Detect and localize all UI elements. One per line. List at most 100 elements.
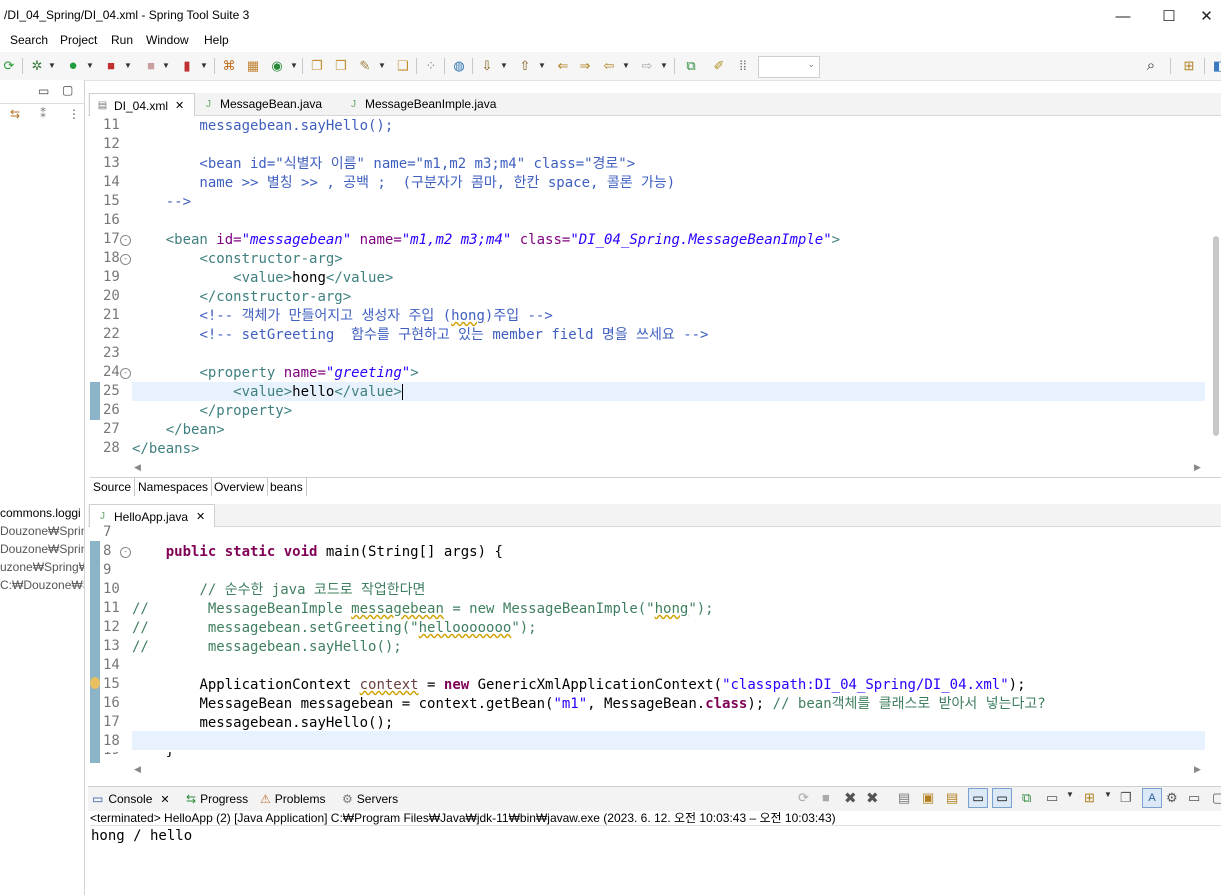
fold-icon[interactable]: - [120,368,131,379]
remove-all-icon[interactable]: ✖ [866,789,879,807]
forward-icon[interactable]: ⇨ [638,57,656,75]
search-dropdown-icon[interactable]: ▼ [378,57,386,75]
toggle-mark-icon[interactable]: ⁘ [422,57,440,75]
close-icon[interactable]: ✕ [175,99,184,112]
server-dropdown-icon[interactable]: ▼ [200,57,208,75]
menu-project[interactable]: Project [60,33,97,47]
globe-icon[interactable]: ◍ [450,57,468,75]
console-output-area[interactable]: hong / hello [88,826,1221,895]
new-class-icon[interactable]: ◉ [268,57,286,75]
next-annotation-icon[interactable]: ⇩ [478,57,496,75]
open-perspective-icon[interactable]: ⊞ [1180,57,1198,75]
new-java-project-icon[interactable]: ⌘ [220,57,238,75]
minimize-view-icon[interactable]: ▭ [38,84,49,98]
fold-icon[interactable]: - [120,235,131,246]
tab-beans[interactable]: beans [267,478,307,496]
back-dropdown-icon[interactable]: ▼ [622,57,630,75]
view-menu-icon[interactable]: ⋮ [68,107,80,121]
tab-progress[interactable]: ⇆ Progress [186,790,248,808]
tab-console[interactable]: ▭ Console ✕ [92,790,170,808]
maximize-button[interactable]: ☐ [1146,0,1192,32]
word-wrap-icon[interactable]: ▤ [946,790,958,806]
debug-icon[interactable]: ✲ [28,57,46,75]
scroll-right-icon[interactable]: ▶ [1194,764,1201,775]
open-console-dropdown-icon[interactable]: ▼ [1104,790,1112,799]
pin-editor-icon[interactable]: ⧉ [682,57,700,75]
prev-annotation-icon[interactable]: ⇧ [516,57,534,75]
tab-source[interactable]: Source [90,478,136,496]
menu-search[interactable]: Search [10,33,48,47]
server-icon[interactable]: ▮ [178,57,196,75]
link-editor-icon[interactable]: ⇆ [10,107,20,121]
java-ee-perspective-icon[interactable]: ◧ [1210,57,1221,75]
menu-window[interactable]: Window [146,33,189,47]
last-edit-icon[interactable]: ⇐ [554,57,572,75]
fold-icon[interactable]: - [120,547,131,558]
vertical-scrollbar[interactable] [1213,236,1219,436]
collapse-icon[interactable]: ⁑ [40,107,46,121]
open-console-icon[interactable]: ⊞ [1084,790,1095,806]
display-dropdown-icon[interactable]: ▼ [1066,790,1074,799]
fold-icon[interactable]: - [120,254,131,265]
prev-annotation-dropdown-icon[interactable]: ▼ [538,57,546,75]
forward-edit-icon[interactable]: ⇒ [576,57,594,75]
tab-servers[interactable]: ⚙ Servers [342,790,398,808]
search-icon[interactable]: ⌕ [1142,57,1160,75]
tab-namespaces[interactable]: Namespaces [135,478,213,496]
zoom-combo[interactable]: ⌄ [758,56,820,78]
text-icon[interactable]: A [1142,788,1162,808]
maximize-view-icon[interactable]: ▢ [1212,790,1221,806]
show-console-stderr-icon[interactable]: ▭ [992,788,1012,808]
refresh-icon[interactable]: ⟳ [0,57,18,75]
warning-icon[interactable] [90,677,100,689]
copy-icon[interactable]: ❐ [1120,790,1132,806]
search-tool-icon[interactable]: ✎ [356,57,374,75]
horizontal-scrollbar[interactable]: ◀ ▶ [132,763,1207,777]
close-icon[interactable]: ✕ [160,793,169,806]
debug-dropdown-icon[interactable]: ▼ [48,57,56,75]
menu-help[interactable]: Help [204,33,229,47]
run-dropdown-icon[interactable]: ▼ [86,57,94,75]
pin-console-icon[interactable]: ⧉ [1022,790,1031,806]
tab-overview[interactable]: Overview [211,478,269,496]
remove-icon[interactable]: ✖ [844,789,857,807]
tree-item[interactable]: uzone₩Spring₩ [0,560,84,574]
stop-dropdown-icon[interactable]: ▼ [162,57,170,75]
gear-icon[interactable]: ⚙ [1166,790,1178,806]
tab-di04-xml[interactable]: ▤ DI_04.xml ✕ [89,93,195,117]
next-annotation-dropdown-icon[interactable]: ▼ [500,57,508,75]
highlight-icon[interactable]: ✐ [710,57,728,75]
tab-messagebean-java[interactable]: J MessageBean.java [196,93,322,115]
run-icon[interactable]: ● [64,57,82,75]
tree-item[interactable]: Douzone₩Spring [0,524,84,538]
scroll-lock-icon[interactable]: ▣ [922,790,934,806]
run-external-icon[interactable]: ■ [102,57,120,75]
show-console-stdout-icon[interactable]: ▭ [968,788,988,808]
scroll-left-icon[interactable]: ◀ [134,462,141,473]
new-package-icon[interactable]: ▦ [244,57,262,75]
new-class-dropdown-icon[interactable]: ▼ [290,57,298,75]
display-console-icon[interactable]: ▭ [1046,790,1058,806]
tab-problems[interactable]: ⚠ Problems [260,790,325,808]
scroll-right-icon[interactable]: ▶ [1194,462,1201,473]
close-icon[interactable]: ✕ [196,510,205,523]
task-icon[interactable]: ❑ [394,57,412,75]
tree-item[interactable]: C:₩Douzone₩Sp [0,578,84,592]
close-button[interactable]: ✕ [1192,0,1221,32]
open-folder-icon[interactable]: ❒ [332,57,350,75]
open-type-icon[interactable]: ❐ [308,57,326,75]
remove-launch-icon[interactable]: ⟳ [798,790,809,806]
stop-icon[interactable]: ■ [142,57,160,75]
forward-dropdown-icon[interactable]: ▼ [660,57,668,75]
back-icon[interactable]: ⇦ [600,57,618,75]
tree-item[interactable]: Douzone₩Sprin [0,542,84,556]
tree-item[interactable]: commons.loggi [0,506,81,520]
minimize-view-icon[interactable]: ▭ [1188,790,1200,806]
minimize-button[interactable]: — [1100,0,1146,32]
terminate-icon[interactable]: ■ [822,790,830,805]
horizontal-scrollbar[interactable]: ◀ ▶ [132,461,1207,475]
clear-console-icon[interactable]: ▤ [898,790,910,806]
tab-messagebeanimple-java[interactable]: J MessageBeanImple.java [341,93,496,115]
scroll-left-icon[interactable]: ◀ [134,764,141,775]
external-dropdown-icon[interactable]: ▼ [124,57,132,75]
